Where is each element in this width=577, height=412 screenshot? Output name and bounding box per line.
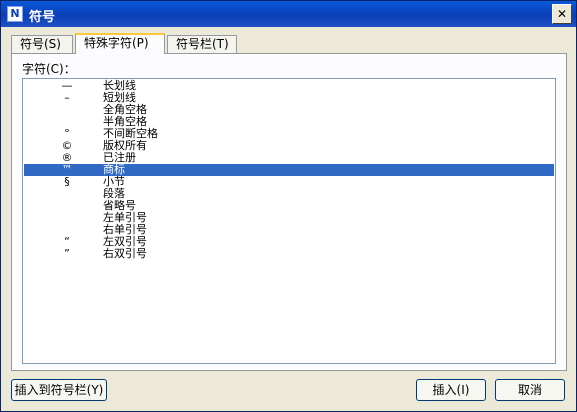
title-bar[interactable]: N 符号 ✕	[1, 1, 576, 27]
tab-special-characters[interactable]: 特殊字符(P)	[75, 33, 165, 54]
insert-button[interactable]: 插入(I)	[416, 379, 486, 401]
character-symbol: ”	[64, 247, 70, 260]
tab-symbol-bar[interactable]: 符号栏(T)	[167, 35, 237, 53]
character-symbol: –	[64, 91, 70, 104]
characters-label: 字符(C)：	[22, 62, 76, 76]
character-symbol: §	[64, 175, 70, 188]
list-item[interactable]: ” 右双引号	[24, 248, 554, 260]
special-characters-list[interactable]: — 长划线 – 短划线 全角空格 半角空格 ° 不间断空格 © 版权所有 ® 已注册 ™ 商标 § 小节 段落省…	[22, 78, 556, 364]
tab-symbols[interactable]: 符号(S)	[11, 35, 73, 53]
window-title: 符号	[29, 10, 56, 25]
tab-panel: 字符(C)： — 长划线 – 短划线 全角空格 半角空格 ° 不间断空格 © 版权所有 ® 已注册 ™ 商…	[11, 53, 567, 371]
app-logo-icon: N	[7, 6, 23, 22]
character-name: 右双引号	[103, 247, 147, 260]
insert-to-symbol-bar-button[interactable]: 插入到符号栏(Y)	[11, 379, 107, 401]
close-button[interactable]: ✕	[552, 4, 572, 24]
cancel-button[interactable]: 取消	[495, 379, 565, 401]
symbol-dialog: N 符号 ✕ 符号(S) 特殊字符(P) 符号栏(T) 字符(C)： — 长划线 –…	[0, 0, 577, 412]
